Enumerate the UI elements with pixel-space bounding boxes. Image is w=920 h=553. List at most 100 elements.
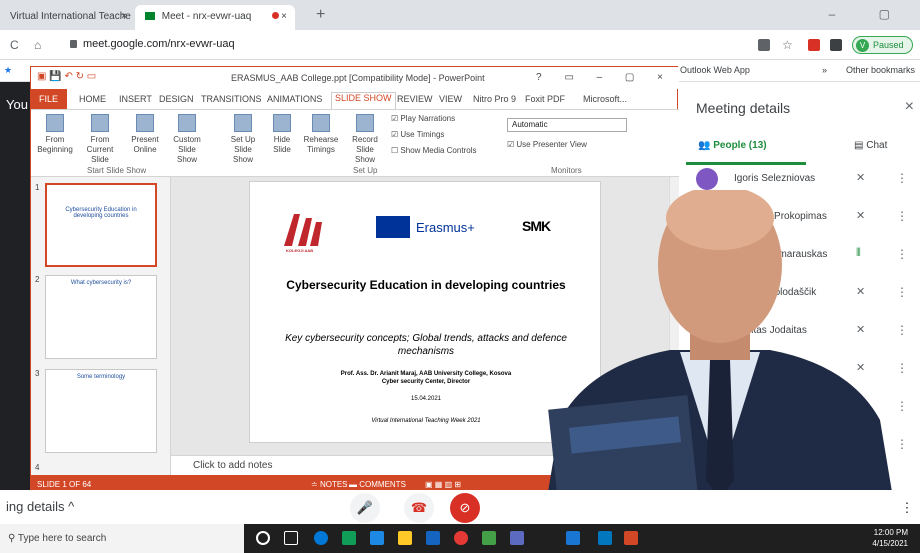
ribbon-tab-design[interactable]: DESIGN bbox=[159, 94, 194, 104]
bookmark-outlook[interactable]: Outlook Web App bbox=[680, 65, 750, 75]
ribbon-tab-insert[interactable]: INSERT bbox=[119, 94, 152, 104]
app-icon[interactable] bbox=[510, 531, 524, 545]
hide-slide-button[interactable]: Hide Slide bbox=[267, 114, 297, 155]
from-current-button[interactable]: From Current Slide bbox=[77, 114, 123, 165]
ppt-window-controls[interactable]: ? ▭ – ▢ × bbox=[536, 72, 673, 83]
ribbon-tab-review[interactable]: REVIEW bbox=[397, 94, 433, 104]
record-slideshow-button[interactable]: Record Slide Show bbox=[345, 114, 385, 165]
ribbon-tab-nitro-pro-9[interactable]: Nitro Pro 9 bbox=[473, 94, 516, 104]
view-buttons[interactable]: ▣ ▦ ▥ ⊞ bbox=[425, 480, 461, 489]
powerpoint-icon[interactable] bbox=[624, 531, 638, 545]
ribbon-tabs: FILE HOME INSERT DESIGN TRANSITIONS ANIMATION… bbox=[31, 89, 679, 109]
account-menu[interactable]: Microsoft... bbox=[583, 94, 627, 104]
thumb-number: 3 bbox=[35, 369, 40, 378]
apps-star-icon[interactable]: ★ bbox=[4, 65, 12, 76]
ribbon-tab-home[interactable]: HOME bbox=[79, 94, 106, 104]
ribbon-tab-slide-show[interactable]: SLIDE SHOW bbox=[331, 92, 396, 109]
explorer-icon[interactable] bbox=[370, 531, 384, 545]
from-beginning-button[interactable]: From Beginning bbox=[35, 114, 75, 155]
participant-menu-icon[interactable]: ⋮ bbox=[896, 171, 908, 185]
participant-row[interactable]: Igoris Selezniovas ✕ ⋮ bbox=[676, 168, 920, 190]
you-label: You bbox=[6, 97, 28, 112]
taskbar-search[interactable]: ⚲ Type here to search bbox=[0, 524, 244, 553]
show-media-controls-checkbox[interactable]: Show Media Controls bbox=[391, 146, 476, 155]
leave-call-button[interactable]: ☎ bbox=[404, 493, 434, 523]
more-options-icon[interactable]: ⋮ bbox=[900, 493, 914, 523]
outlook-icon[interactable] bbox=[598, 531, 612, 545]
tab-virtual-teaching[interactable]: Virtual International Teache × bbox=[0, 5, 135, 30]
comments-toggle[interactable]: ▬ COMMENTS bbox=[349, 480, 406, 489]
rehearse-icon bbox=[312, 114, 330, 132]
home-icon[interactable]: ⌂ bbox=[34, 38, 41, 52]
mic-muted-icon[interactable]: ✕ bbox=[856, 171, 865, 184]
thumb-number: 2 bbox=[35, 275, 40, 284]
group-monitors: Monitors bbox=[551, 166, 582, 175]
ribbon-tab-foxit-pdf[interactable]: Foxit PDF bbox=[525, 94, 565, 104]
presenter-view-checkbox[interactable]: Use Presenter View bbox=[507, 140, 587, 149]
slide-thumbnail[interactable]: What cybersecurity is? bbox=[45, 275, 157, 359]
camera-off-button[interactable]: ⊘ bbox=[450, 493, 480, 523]
store-icon[interactable] bbox=[342, 531, 356, 545]
slide-count: SLIDE 1 OF 64 bbox=[37, 480, 92, 489]
tab-chat[interactable]: ▤ Chat bbox=[854, 140, 887, 162]
microphone-button[interactable]: 🎤 bbox=[350, 493, 380, 523]
custom-show-button[interactable]: Custom Slide Show bbox=[167, 114, 207, 165]
ie-icon[interactable] bbox=[426, 531, 440, 545]
eu-flag-icon bbox=[376, 216, 410, 238]
url-field[interactable]: meet.google.com/nrx-evwr-uaq bbox=[70, 38, 235, 50]
monitor-select[interactable]: Automatic bbox=[507, 118, 627, 132]
ribbon-tab-view[interactable]: VIEW bbox=[439, 94, 462, 104]
bookmarks-overflow[interactable]: » bbox=[822, 65, 827, 75]
aab-logo-icon bbox=[284, 214, 322, 246]
meet-control-bar: ing details ^ 🎤 ☎ ⊘ ⋮ bbox=[0, 490, 920, 524]
meet-logo-icon bbox=[145, 12, 155, 21]
ribbon-tab-animations[interactable]: ANIMATIONS bbox=[267, 94, 322, 104]
presenter-video bbox=[540, 190, 900, 540]
cortana-icon[interactable] bbox=[256, 531, 270, 545]
slideshow-current-icon bbox=[91, 114, 109, 132]
tab-people[interactable]: 👥 People (13) bbox=[698, 140, 767, 162]
tab-label: Virtual International Teache bbox=[10, 11, 131, 22]
profile-paused-button[interactable]: Paused bbox=[852, 36, 913, 54]
group-start-slideshow: Start Slide Show bbox=[87, 166, 147, 175]
slide-thumbnails-pane: 1 Cybersecurity Education in developing … bbox=[31, 177, 171, 475]
word-icon[interactable] bbox=[566, 531, 580, 545]
present-online-button[interactable]: Present Online bbox=[127, 114, 163, 155]
extensions-puzzle-icon[interactable] bbox=[830, 39, 842, 51]
star-icon[interactable]: ☆ bbox=[782, 38, 793, 52]
close-tab-icon[interactable]: × bbox=[121, 11, 127, 22]
edge-icon[interactable] bbox=[314, 531, 328, 545]
bookmark-other[interactable]: Other bookmarks bbox=[846, 65, 915, 75]
slide-thumbnail[interactable]: Some terminology bbox=[45, 369, 157, 453]
chrome-icon[interactable] bbox=[454, 531, 468, 545]
app-icon[interactable] bbox=[482, 531, 496, 545]
task-view-icon[interactable] bbox=[284, 531, 298, 545]
windows-taskbar: ⚲ Type here to search 12:00 PM 4/15/2021 bbox=[0, 524, 920, 553]
panel-title: Meeting details bbox=[696, 100, 791, 116]
thumb-number: 4 bbox=[35, 463, 40, 472]
meeting-details-toggle[interactable]: ing details ^ bbox=[6, 499, 74, 514]
taskbar-clock[interactable]: 12:00 PM 4/15/2021 bbox=[872, 527, 908, 549]
ppt-quick-access[interactable]: ▣ 💾 ↶ ↻ ▭ bbox=[37, 71, 96, 82]
window-controls[interactable]: – ▢ bbox=[829, 7, 910, 21]
use-timings-checkbox[interactable]: Use Timings bbox=[391, 130, 444, 139]
setup-slideshow-button[interactable]: Set Up Slide Show bbox=[225, 114, 261, 165]
reload-icon[interactable]: C bbox=[10, 38, 19, 52]
ribbon-tab-transitions[interactable]: TRANSITIONS bbox=[201, 94, 262, 104]
camera-icon[interactable] bbox=[758, 39, 770, 51]
ribbon-tab-file[interactable]: FILE bbox=[31, 89, 67, 109]
hide-slide-icon bbox=[273, 114, 291, 132]
present-online-icon bbox=[136, 114, 154, 132]
slide-thumbnail[interactable]: Cybersecurity Education in developing co… bbox=[45, 183, 157, 267]
participant-name: Igoris Selezniovas bbox=[734, 173, 816, 184]
close-tab-icon[interactable]: × bbox=[281, 11, 287, 22]
rehearse-timings-button[interactable]: Rehearse Timings bbox=[301, 114, 341, 155]
extension-icon[interactable] bbox=[808, 39, 820, 51]
new-tab-button[interactable]: + bbox=[316, 6, 325, 24]
play-narrations-checkbox[interactable]: Play Narrations bbox=[391, 114, 455, 123]
close-panel-icon[interactable]: × bbox=[905, 98, 914, 116]
notes-toggle[interactable]: ≐ NOTES bbox=[311, 480, 348, 489]
folder-icon[interactable] bbox=[398, 531, 412, 545]
thumb-number: 1 bbox=[35, 183, 40, 192]
tab-meet[interactable]: Meet - nrx-evwr-uaq × bbox=[135, 5, 295, 30]
